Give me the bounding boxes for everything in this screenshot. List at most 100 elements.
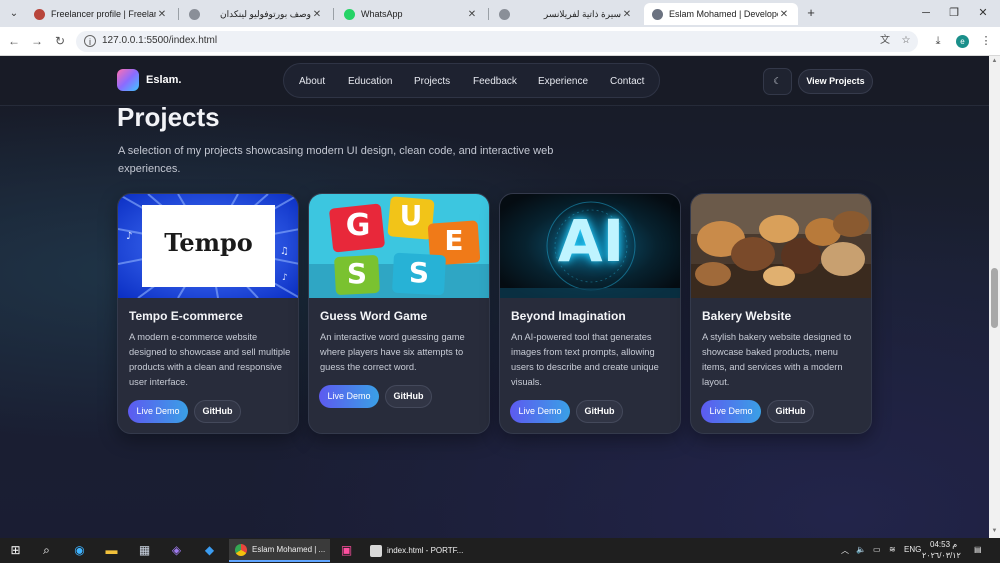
- language-indicator[interactable]: ENG: [904, 545, 921, 554]
- project-description: A modern e-commerce website designed to …: [129, 332, 291, 387]
- browser-tab[interactable]: سيرة ذاتية لفريلانسر ✕: [491, 3, 641, 25]
- project-title: Bakery Website: [702, 309, 792, 323]
- clock-time[interactable]: 04:53 م: [930, 540, 957, 549]
- tray-chevron-icon[interactable]: ︿: [841, 545, 849, 556]
- minimize-icon[interactable]: ─: [918, 5, 934, 21]
- tab-close-icon[interactable]: ✕: [466, 9, 478, 20]
- tab-favicon-icon: [499, 8, 510, 20]
- live-demo-button[interactable]: Live Demo: [128, 400, 188, 423]
- chrome-icon: [235, 543, 247, 556]
- reload-icon[interactable]: ↻: [52, 33, 68, 49]
- project-description: An AI-powered tool that generates images…: [511, 332, 659, 387]
- project-title: Tempo E-commerce: [129, 309, 243, 323]
- browser-tab-active[interactable]: Eslam Mohamed | Developer Po ✕: [644, 3, 798, 25]
- nav-link-feedback[interactable]: Feedback: [473, 76, 517, 87]
- project-thumbnail-guess: G U E S S: [309, 194, 489, 298]
- phpstorm-icon[interactable]: ▣: [337, 541, 356, 560]
- tab-title: Freelancer profile | Freelance W: [51, 9, 156, 19]
- taskbar-window-chrome[interactable]: Eslam Mohamed | ...: [229, 539, 330, 562]
- menu-kebab-icon[interactable]: ⋮: [978, 33, 994, 49]
- edge-icon[interactable]: ◉: [70, 541, 89, 560]
- scroll-down-arrow-icon[interactable]: ▼: [991, 528, 998, 534]
- tab-search-icon[interactable]: ⌄: [6, 6, 22, 22]
- download-icon[interactable]: ⤓: [930, 33, 946, 49]
- nav-link-projects[interactable]: Projects: [414, 76, 450, 87]
- project-description: A stylish bakery website designed to sho…: [702, 332, 852, 387]
- nav-link-experience[interactable]: Experience: [538, 76, 588, 87]
- browser-tab[interactable]: Freelancer profile | Freelance W ✕: [26, 3, 176, 25]
- project-card: Bakery Website A stylish bakery website …: [690, 193, 872, 434]
- restore-icon[interactable]: ❐: [946, 5, 962, 21]
- url-text[interactable]: 127.0.0.1:5500/index.html: [102, 35, 217, 46]
- globe-icon: [652, 8, 663, 20]
- taskbar-window-editor[interactable]: index.html - PORTF...: [364, 539, 464, 562]
- tab-favicon-icon: [34, 8, 45, 20]
- tab-divider: [333, 8, 334, 20]
- tab-divider: [488, 8, 489, 20]
- tab-close-icon[interactable]: ✕: [778, 9, 790, 20]
- project-thumbnail-bakery: [691, 194, 871, 298]
- vscode-icon[interactable]: ◆: [200, 541, 219, 560]
- theme-toggle-moon-icon[interactable]: ☾: [763, 68, 792, 95]
- github-button[interactable]: GitHub: [767, 400, 814, 423]
- project-thumbnail-tempo: ♪ ♫ ♪ Tempo: [118, 194, 298, 298]
- project-title: Guess Word Game: [320, 309, 428, 323]
- tab-divider: [178, 8, 179, 20]
- project-card: ♪ ♫ ♪ Tempo Tempo E-commerce A modern e-…: [117, 193, 299, 434]
- volume-icon[interactable]: 🔈: [856, 545, 866, 554]
- project-title: Beyond Imagination: [511, 309, 626, 323]
- bookmark-star-icon[interactable]: ☆: [899, 34, 913, 48]
- wifi-icon[interactable]: ≋: [889, 545, 896, 554]
- nav-link-contact[interactable]: Contact: [610, 76, 644, 87]
- browser-toolbar: ← → ↻ i 127.0.0.1:5500/index.html 文 ☆ ⤓ …: [0, 27, 1000, 56]
- live-demo-button[interactable]: Live Demo: [319, 385, 379, 408]
- nav-link-about[interactable]: About: [299, 76, 325, 87]
- windows-start-icon[interactable]: ⊞: [6, 541, 25, 560]
- site-header: Eslam. About Education Projects Feedback…: [0, 56, 989, 106]
- translate-icon[interactable]: 文: [878, 34, 892, 48]
- battery-icon[interactable]: ▭: [873, 545, 881, 554]
- live-demo-button[interactable]: Live Demo: [510, 400, 570, 423]
- project-thumbnail-ai: AI: [500, 194, 680, 298]
- windows-taskbar: ⊞ ⌕ ◉ ▬ ▦ ◈ ◆ Eslam Mohamed | ... ▣ inde…: [0, 538, 1000, 563]
- tab-title: WhatsApp: [361, 9, 403, 19]
- tile-letter: E: [444, 224, 464, 257]
- project-description: An interactive word guessing game where …: [320, 332, 465, 372]
- ai-glow-text: AI: [557, 207, 625, 275]
- nav-link-education[interactable]: Education: [348, 76, 392, 87]
- notification-icon[interactable]: ▤: [974, 545, 982, 554]
- scrollbar-thumb[interactable]: [991, 268, 998, 328]
- new-tab-button[interactable]: +: [804, 6, 818, 20]
- file-explorer-icon[interactable]: ▬: [102, 541, 121, 560]
- scroll-up-arrow-icon[interactable]: ▲: [991, 58, 998, 64]
- tab-close-icon[interactable]: ✕: [621, 9, 633, 20]
- forward-icon[interactable]: →: [29, 33, 45, 49]
- profile-avatar[interactable]: e: [956, 35, 969, 48]
- live-demo-button[interactable]: Live Demo: [701, 400, 761, 423]
- tab-title: Eslam Mohamed | Developer Po: [669, 9, 778, 19]
- github-button[interactable]: GitHub: [385, 385, 432, 408]
- github-button[interactable]: GitHub: [576, 400, 623, 423]
- back-icon[interactable]: ←: [6, 33, 22, 49]
- page-viewport: Projects A selection of my projects show…: [0, 56, 989, 538]
- search-icon[interactable]: ⌕: [37, 541, 56, 560]
- tile-letter: U: [399, 199, 423, 232]
- project-card: G U E S S Guess Word Game An interactive…: [308, 193, 490, 434]
- visual-studio-icon[interactable]: ◈: [167, 541, 186, 560]
- logo-icon[interactable]: [117, 69, 139, 91]
- site-logo[interactable]: Eslam.: [146, 74, 181, 86]
- tab-title: سيرة ذاتية لفريلانسر: [543, 8, 621, 19]
- tab-close-icon[interactable]: ✕: [311, 9, 323, 20]
- media-app-icon[interactable]: ▦: [135, 541, 154, 560]
- taskbar-window-title: index.html - PORTF...: [387, 546, 464, 555]
- browser-tab[interactable]: WhatsApp ✕: [336, 3, 486, 25]
- browser-tab[interactable]: وصف بورتوفوليو لينكدان ✕: [181, 3, 331, 25]
- address-bar[interactable]: i 127.0.0.1:5500/index.html 文 ☆: [76, 31, 918, 52]
- clock-date[interactable]: ٢٠٢٦/٠٣/١٢: [922, 551, 961, 560]
- close-window-icon[interactable]: ✕: [975, 5, 991, 21]
- taskbar-window-title: Eslam Mohamed | ...: [252, 545, 326, 554]
- tab-close-icon[interactable]: ✕: [156, 9, 168, 20]
- github-button[interactable]: GitHub: [194, 400, 241, 423]
- site-info-icon[interactable]: i: [84, 35, 96, 47]
- view-projects-button[interactable]: View Projects: [798, 69, 873, 94]
